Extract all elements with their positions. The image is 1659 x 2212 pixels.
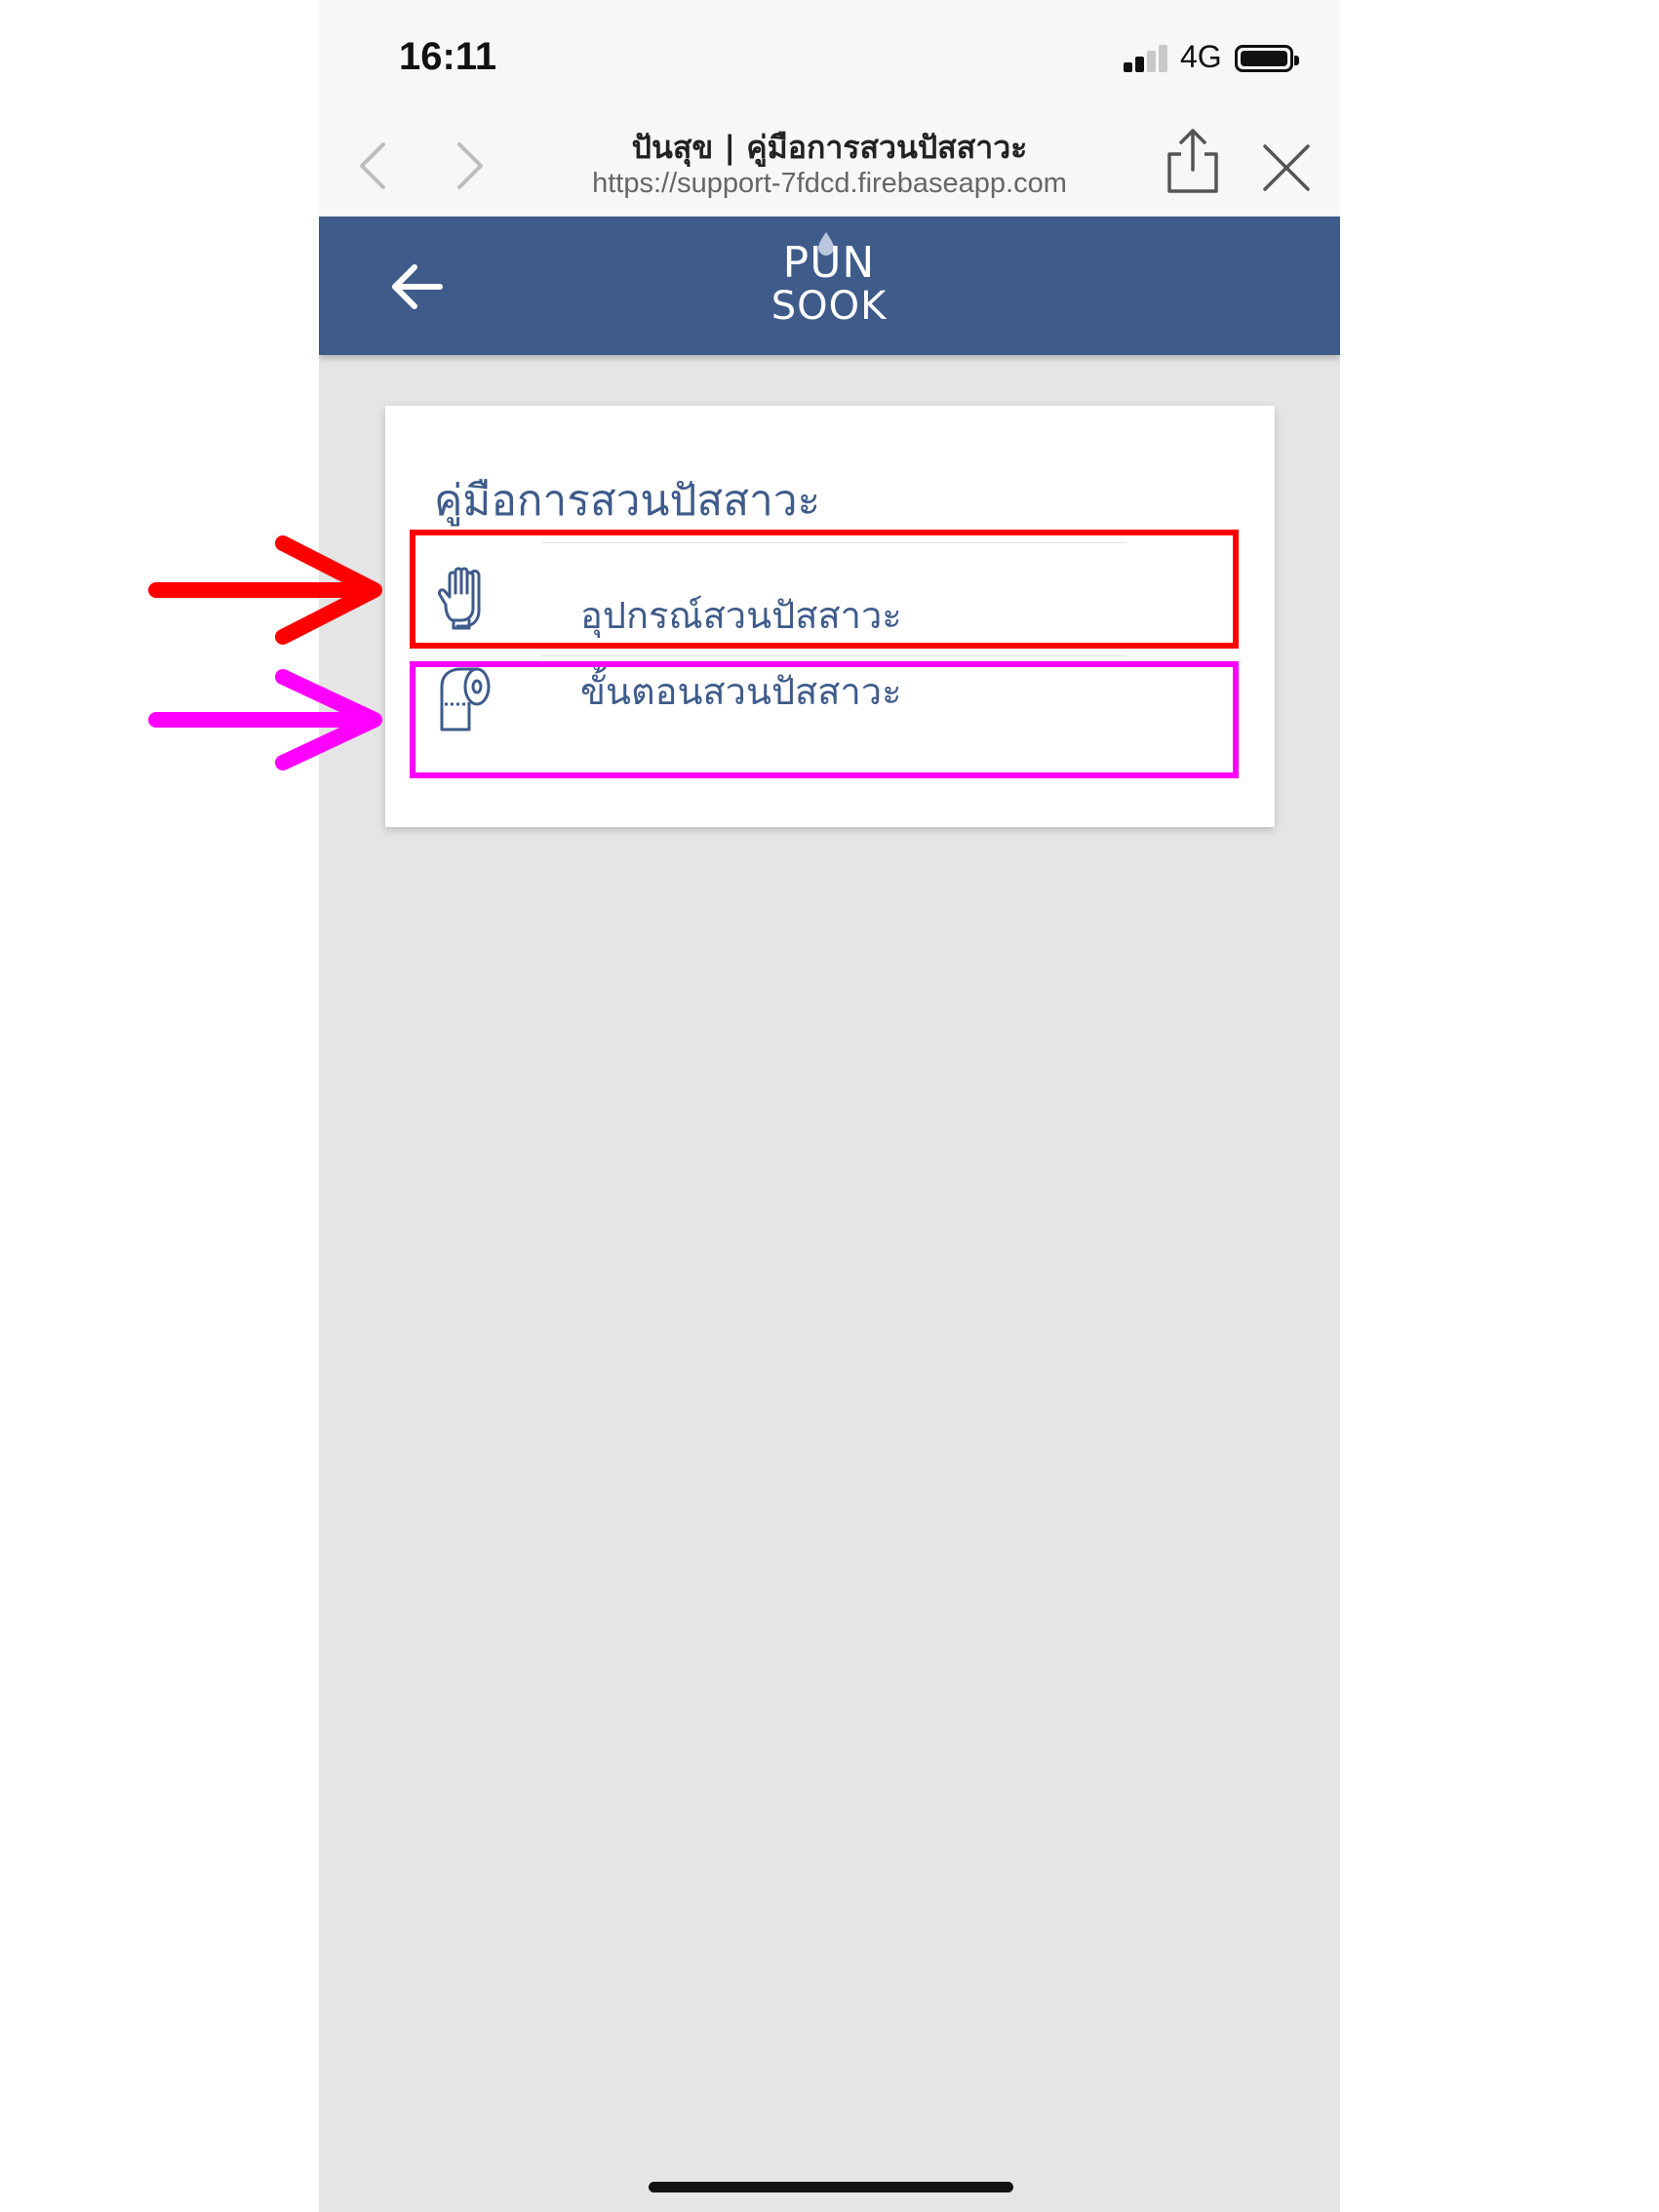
arrow-right-icon xyxy=(148,535,382,645)
close-icon xyxy=(1263,144,1310,191)
status-time: 16:11 xyxy=(399,35,497,78)
home-indicator xyxy=(649,2182,1013,2192)
network-type: 4G xyxy=(1180,39,1222,74)
app-back-button[interactable] xyxy=(389,261,444,312)
signal-icon xyxy=(1124,43,1172,72)
annotation-box-red xyxy=(410,530,1239,649)
battery-icon xyxy=(1235,45,1299,72)
close-button[interactable] xyxy=(1261,142,1312,193)
arrow-right-icon xyxy=(148,669,382,770)
browser-chrome: 16:11 4G ปันสุข | คู่มือการสวนปัสสาวะ ht… xyxy=(319,0,1340,217)
punsook-logo: PUN SOOK xyxy=(770,232,888,336)
share-button[interactable] xyxy=(1164,127,1222,195)
share-icon xyxy=(1167,129,1218,193)
logo-line2: SOOK xyxy=(770,284,888,329)
annotation-box-magenta xyxy=(410,661,1239,778)
divider xyxy=(541,655,1126,656)
logo-line1: PUN xyxy=(782,238,876,288)
arrow-left-icon xyxy=(392,264,443,309)
phone-screen: 16:11 4G ปันสุข | คู่มือการสวนปัสสาวะ ht… xyxy=(319,0,1340,2212)
app-header: PUN SOOK xyxy=(319,217,1340,355)
card-title: คู่มือการสวนปัสสาวะ xyxy=(434,476,821,526)
